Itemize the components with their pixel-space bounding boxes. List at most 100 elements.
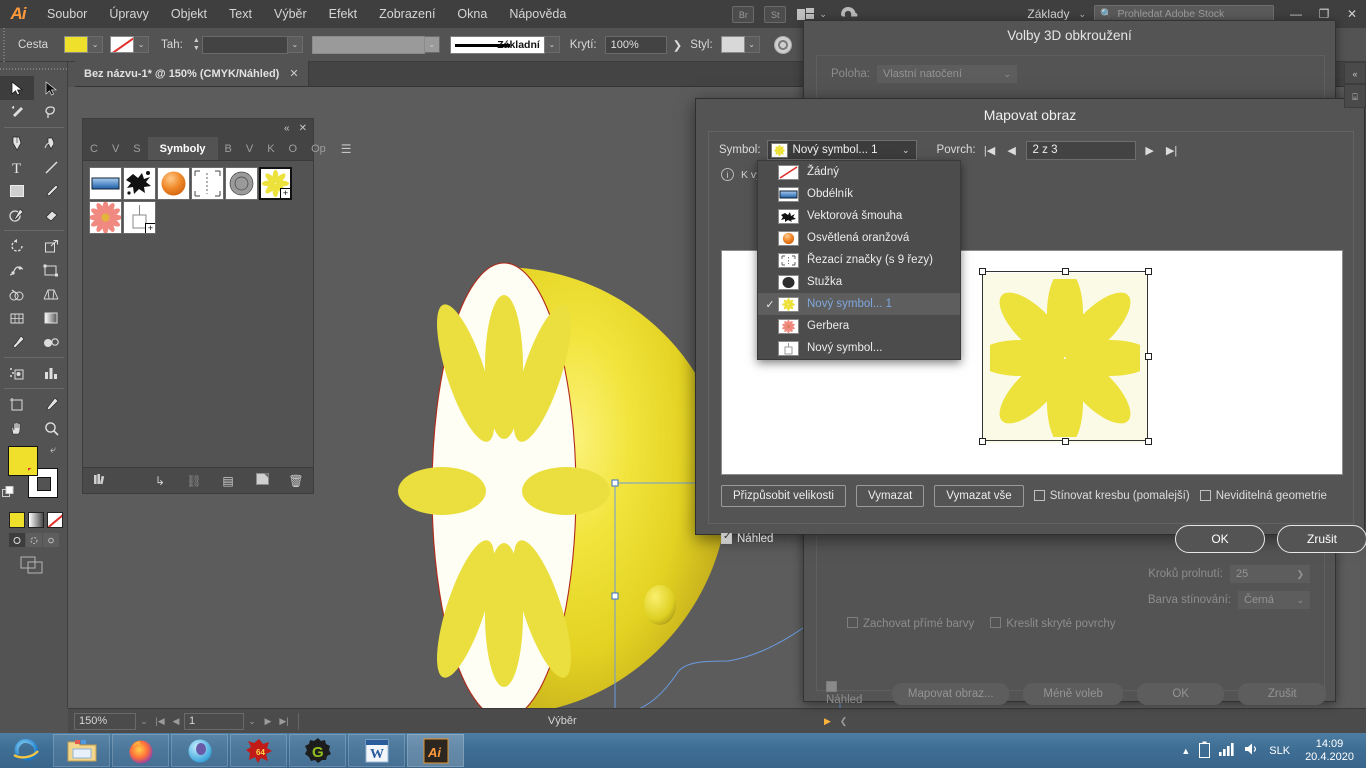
zoom-tool[interactable] [34, 416, 68, 440]
previous-surface-icon[interactable]: ◀ [1004, 144, 1020, 157]
pen-tool[interactable] [0, 131, 34, 155]
bridge-button[interactable]: Br [732, 6, 754, 23]
handle-top-right[interactable] [1145, 268, 1152, 275]
slice-tool[interactable] [34, 392, 68, 416]
previous-page-icon[interactable]: ◀ [168, 716, 184, 727]
recolor-artwork-icon[interactable] [774, 36, 792, 54]
dropdown-item-novy-symbol[interactable]: Nový symbol... [758, 337, 960, 359]
new-symbol-icon[interactable] [245, 473, 279, 488]
dropdown-item-gerbera[interactable]: Gerbera [758, 315, 960, 337]
panel-menu-icon[interactable]: ☰ [333, 137, 360, 160]
control-bar-grip[interactable] [0, 28, 10, 62]
type-tool[interactable]: T [0, 155, 34, 179]
style-swatch[interactable] [721, 36, 745, 53]
dropdown-item-rezaci-znacky[interactable]: Řezací značky (s 9 řezy) [758, 249, 960, 271]
dropdown-item-novy-symbol-1[interactable]: ✓ Nový symbol... 1 [758, 293, 960, 315]
menu-efekt[interactable]: Efekt [318, 0, 369, 28]
gradient-mode-button[interactable] [28, 512, 44, 528]
swap-fill-stroke-icon[interactable]: ⤶ [50, 444, 56, 457]
panel-tab-v2[interactable]: V [239, 137, 260, 160]
dropdown-item-obdelnik[interactable]: Obdélník [758, 183, 960, 205]
symbol-sprayer-tool[interactable] [0, 361, 34, 385]
map-art-selection-rect[interactable] [982, 271, 1148, 441]
free-transform-tool[interactable] [34, 258, 68, 282]
magic-wand-tool[interactable] [0, 100, 34, 124]
close-icon[interactable]: ✕ [299, 123, 307, 134]
ok-button-3d[interactable]: OK [1137, 683, 1225, 705]
shape-builder-tool[interactable] [0, 282, 34, 306]
chevron-down-icon[interactable]: ⌄ [1003, 65, 1011, 83]
draw-behind-button[interactable] [26, 533, 42, 547]
dropdown-item-stuzka[interactable]: Stužka [758, 271, 960, 293]
handle-bottom-center[interactable] [1062, 438, 1069, 445]
stock-button[interactable]: St [764, 6, 786, 23]
workspace-switcher[interactable]: Základy [1023, 7, 1073, 21]
menu-vyber[interactable]: Výběr [263, 0, 318, 28]
first-page-icon[interactable]: |◀ [152, 716, 168, 727]
preview-checkbox-3d[interactable]: Náhled [826, 681, 878, 706]
chevron-down-icon[interactable]: ⌄ [902, 145, 913, 156]
taskbar-ida-pro[interactable]: 64 [230, 734, 287, 767]
menu-napoveda[interactable]: Nápověda [498, 0, 577, 28]
arrange-documents-button[interactable]: ⌄ [797, 8, 827, 20]
language-indicator[interactable]: SLK [1269, 745, 1290, 757]
taskbar-internet-explorer[interactable] [1, 734, 51, 767]
rotate-tool[interactable] [0, 234, 34, 258]
zoom-level-field[interactable]: 150% [74, 713, 136, 730]
right-dock-collapse[interactable]: « [1344, 62, 1366, 84]
draw-hidden-faces-checkbox[interactable]: Kreslit skryté povrchy [990, 617, 1115, 630]
stroke-weight-value[interactable] [202, 36, 288, 54]
network-icon[interactable] [1219, 742, 1235, 759]
battery-icon[interactable] [1199, 741, 1210, 761]
handle-top-center[interactable] [1062, 268, 1069, 275]
symbol-rezaci-znacky[interactable] [191, 167, 224, 200]
menu-text[interactable]: Text [218, 0, 263, 28]
panel-tab-op[interactable]: Op [304, 137, 333, 160]
symbol-select[interactable]: Nový symbol... 1 ⌄ [767, 140, 917, 160]
chevron-down-icon[interactable]: ⌄ [425, 36, 440, 53]
width-tool[interactable] [0, 258, 34, 282]
fill-color-box[interactable] [8, 446, 38, 476]
chevron-down-icon[interactable]: ⌄ [1078, 9, 1086, 20]
taskbar-firefox[interactable] [112, 734, 169, 767]
shaper-tool[interactable] [0, 203, 34, 227]
brush-definition-field[interactable]: Základní ⌄ [450, 36, 560, 54]
shading-color-value[interactable]: Černá ⌄ [1238, 591, 1310, 609]
last-surface-icon[interactable]: ▶| [1164, 144, 1180, 157]
stroke-swatch-none[interactable] [110, 36, 134, 53]
chevron-down-icon[interactable]: ⌄ [545, 36, 560, 53]
dropdown-item-zadny[interactable]: Žádný [758, 161, 960, 183]
symbol-novy-symbol[interactable]: + [123, 201, 156, 234]
status-next-icon[interactable]: ▶ [820, 716, 836, 727]
handle-bottom-left[interactable] [979, 438, 986, 445]
clear-button[interactable]: Vymazat [856, 485, 924, 507]
menu-upravy[interactable]: Úpravy [98, 0, 160, 28]
clear-all-button[interactable]: Vymazat vše [934, 485, 1023, 507]
fewer-options-button[interactable]: Méně voleb [1023, 683, 1122, 705]
handle-top-left[interactable] [979, 268, 986, 275]
stroke-profile-field[interactable]: ⌄ [312, 36, 440, 54]
cancel-button-map[interactable]: Zrušit [1277, 525, 1366, 553]
eyedropper-tool[interactable] [0, 330, 34, 354]
last-page-icon[interactable]: ▶| [276, 716, 292, 727]
chevron-down-icon[interactable]: ⌄ [244, 716, 260, 727]
scale-tool[interactable] [34, 234, 68, 258]
break-link-icon[interactable]: ⛓ [177, 474, 211, 488]
panel-tab-c[interactable]: C [83, 137, 105, 160]
chevron-down-icon[interactable]: ⌄ [136, 716, 152, 727]
column-graph-tool[interactable] [34, 361, 68, 385]
stroke-weight-field[interactable]: ▲ ▼ ⌄ [191, 36, 303, 54]
line-segment-tool[interactable] [34, 155, 68, 179]
stepper-up-icon[interactable]: ▲ [191, 37, 202, 45]
screen-mode-button[interactable] [20, 556, 67, 579]
blend-tool[interactable] [34, 330, 68, 354]
curvature-tool[interactable] [34, 131, 68, 155]
blend-steps-value[interactable]: 25 ❯ [1230, 565, 1310, 583]
symbol-libraries-icon[interactable] [83, 473, 117, 489]
panel-tab-symboly[interactable]: Symboly [148, 137, 218, 160]
chevron-down-icon[interactable]: ⌄ [745, 36, 760, 53]
menu-zobrazeni[interactable]: Zobrazení [368, 0, 446, 28]
symbol-stuzka[interactable] [225, 167, 258, 200]
ok-button-map[interactable]: OK [1175, 525, 1265, 553]
menu-soubor[interactable]: Soubor [36, 0, 98, 28]
